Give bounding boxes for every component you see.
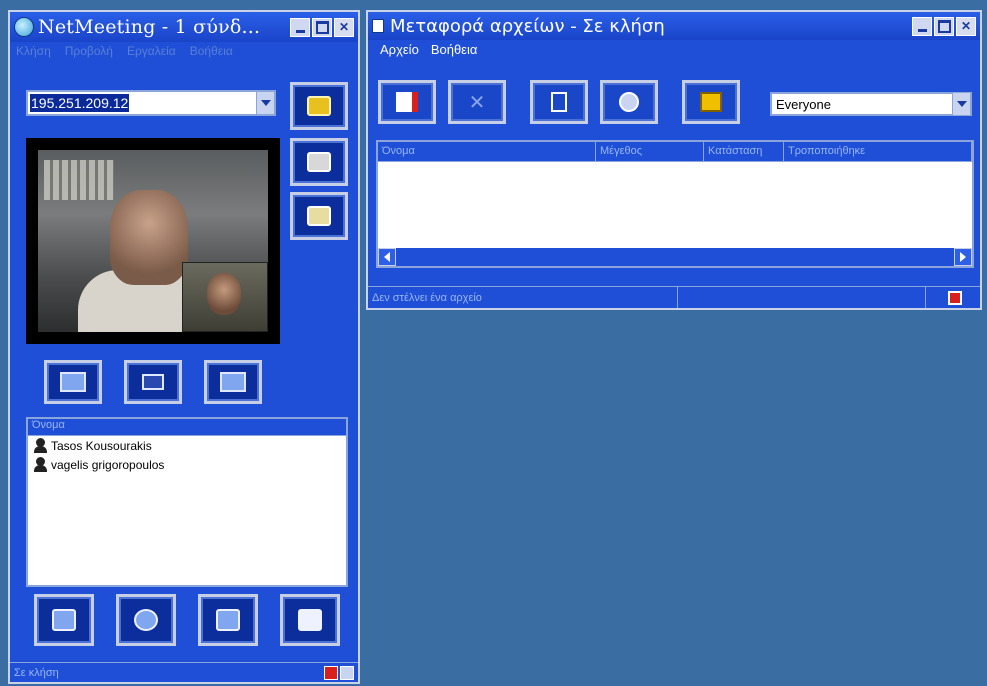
maximize-button[interactable] — [934, 16, 954, 36]
minimize-button[interactable] — [290, 17, 310, 37]
column-size[interactable]: Μέγεθος — [596, 142, 704, 161]
participants-list[interactable]: Όνομα Tasos Kousourakis vagelis grigorop… — [26, 417, 348, 587]
chevron-down-icon[interactable] — [256, 92, 274, 114]
list-item[interactable]: Tasos Kousourakis — [28, 436, 346, 455]
close-button[interactable]: ✕ — [334, 17, 354, 37]
add-file-button[interactable] — [530, 80, 588, 124]
folder-icon — [700, 92, 722, 112]
file-transfer-statusbar: Δεν στέλνει ένα αρχείο — [368, 286, 980, 308]
netmeeting-app-icon — [14, 17, 34, 37]
user-icon — [34, 438, 47, 453]
user-icon — [34, 457, 47, 472]
remove-file-button[interactable]: ✕ — [448, 80, 506, 124]
maximize-button[interactable] — [312, 17, 332, 37]
menu-view[interactable]: Προβολή — [65, 44, 113, 62]
pip-icon — [142, 374, 164, 390]
share-icon — [52, 609, 76, 631]
audio-controls-button[interactable] — [204, 360, 262, 404]
column-status[interactable]: Κατάσταση — [704, 142, 784, 161]
menu-file[interactable]: Αρχείο — [380, 42, 419, 60]
stop-sending-button[interactable] — [600, 80, 658, 124]
menu-call[interactable]: Κλήση — [16, 44, 51, 62]
network-icon — [340, 665, 354, 680]
picture-in-picture-button[interactable] — [124, 360, 182, 404]
remove-icon: ✕ — [468, 91, 486, 114]
send-file-icon — [396, 92, 418, 112]
file-transfer-app-icon — [372, 19, 384, 33]
phone-icon — [307, 96, 331, 116]
security-icon — [948, 290, 962, 305]
play-pause-icon — [60, 372, 86, 392]
open-received-files-button[interactable] — [682, 80, 740, 124]
scroll-left-icon[interactable] — [378, 248, 396, 266]
netmeeting-menubar: Κλήση Προβολή Εργαλεία Βοήθεια — [10, 42, 358, 64]
menu-tools[interactable]: Εργαλεία — [127, 44, 176, 62]
call-status: Σε κλήση — [14, 666, 59, 679]
chevron-down-icon[interactable] — [952, 93, 970, 115]
remote-video — [38, 150, 268, 332]
close-button[interactable]: ✕ — [956, 16, 976, 36]
transfer-status: Δεν στέλνει ένα αρχείο — [368, 287, 678, 308]
whiteboard-icon — [216, 609, 240, 631]
address-book-icon — [307, 206, 331, 226]
netmeeting-window: NetMeeting - 1 σύνδ... ✕ Κλήση Προβολή Ε… — [8, 10, 360, 684]
play-pause-video-button[interactable] — [44, 360, 102, 404]
menu-help[interactable]: Βοήθεια — [431, 42, 478, 60]
stop-icon — [619, 92, 639, 112]
local-video-preview — [182, 262, 268, 332]
table-header: Όνομα Μέγεθος Κατάσταση Τροποποιήθηκε — [378, 142, 972, 162]
desktop: NetMeeting - 1 σύνδ... ✕ Κλήση Προβολή Ε… — [0, 0, 987, 686]
speaker-icon — [220, 372, 246, 392]
directory-button[interactable] — [290, 192, 348, 240]
minimize-button[interactable] — [912, 16, 932, 36]
file-transfer-window: Μεταφορά αρχείων - Σε κλήση ✕ Αρχείο Βοή… — [366, 10, 982, 310]
recipient-value: Everyone — [776, 96, 831, 112]
file-transfer-menubar: Αρχείο Βοήθεια — [368, 40, 980, 62]
add-file-icon — [551, 92, 567, 112]
chat-icon — [134, 609, 158, 631]
hangup-icon — [307, 152, 331, 172]
list-item[interactable]: vagelis grigoropoulos — [28, 455, 346, 474]
video-window — [26, 138, 280, 344]
progress-cell — [678, 287, 926, 308]
participant-name: Tasos Kousourakis — [51, 438, 152, 453]
address-value[interactable]: 195.251.209.12 — [30, 94, 130, 112]
file-transfer-title: Μεταφορά αρχείων - Σε κλήση — [390, 15, 665, 37]
end-call-button[interactable] — [290, 138, 348, 186]
scroll-right-icon[interactable] — [954, 248, 972, 266]
file-list-table[interactable]: Όνομα Μέγεθος Κατάσταση Τροποποιήθηκε — [376, 140, 974, 268]
address-combobox[interactable]: 195.251.209.12 — [26, 90, 276, 116]
file-transfer-toolbar: ✕ — [378, 80, 752, 124]
horizontal-scrollbar[interactable] — [378, 248, 972, 266]
share-program-button[interactable] — [34, 594, 94, 646]
netmeeting-statusbar: Σε κλήση — [10, 662, 358, 682]
menu-help[interactable]: Βοήθεια — [190, 44, 233, 62]
send-file-button[interactable] — [378, 80, 436, 124]
transfer-files-button[interactable] — [280, 594, 340, 646]
whiteboard-button[interactable] — [198, 594, 258, 646]
file-transfer-icon — [298, 609, 322, 631]
column-name[interactable]: Όνομα — [378, 142, 596, 161]
file-transfer-titlebar[interactable]: Μεταφορά αρχείων - Σε κλήση ✕ — [368, 12, 980, 40]
netmeeting-titlebar[interactable]: NetMeeting - 1 σύνδ... ✕ — [10, 12, 358, 42]
participant-name: vagelis grigoropoulos — [51, 457, 165, 472]
place-call-button[interactable] — [290, 82, 348, 130]
chat-button[interactable] — [116, 594, 176, 646]
recipient-select[interactable]: Everyone — [770, 92, 972, 116]
column-modified[interactable]: Τροποποιήθηκε — [784, 142, 972, 161]
security-icon — [324, 665, 338, 680]
netmeeting-title: NetMeeting - 1 σύνδ... — [38, 16, 261, 38]
participants-header[interactable]: Όνομα — [28, 419, 346, 436]
